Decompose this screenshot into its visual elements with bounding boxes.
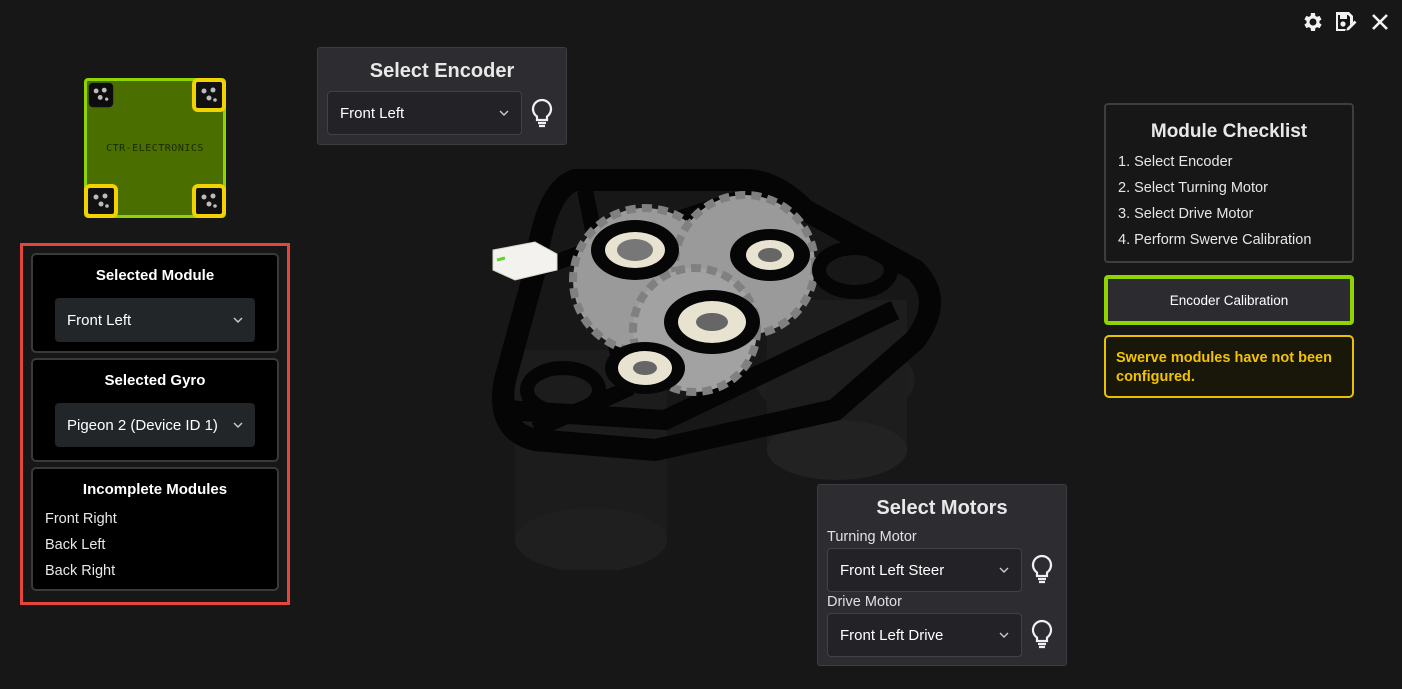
turning-motor-dropdown[interactable]: Front Left Steer <box>827 548 1022 592</box>
encoder-calibration-button[interactable]: Encoder Calibration <box>1104 275 1354 325</box>
module-corner-front-right[interactable] <box>192 78 226 112</box>
select-motors-panel: Select Motors Turning Motor Front Left S… <box>817 484 1067 666</box>
selected-module-dropdown[interactable]: Front Left <box>55 298 255 342</box>
incomplete-modules-card: Incomplete Modules Front Right Back Left… <box>31 467 279 591</box>
chassis-diagram: CTR-ELECTRONICS <box>84 78 226 218</box>
warning-message: Swerve modules have not been configured. <box>1104 335 1354 398</box>
incomplete-module-item: Back Left <box>45 537 106 553</box>
turning-motor-label: Turning Motor <box>827 529 917 545</box>
turning-motor-value: Front Left Steer <box>840 561 945 579</box>
module-corner-back-right[interactable] <box>192 184 226 218</box>
incomplete-module-item: Back Right <box>45 563 116 579</box>
chevron-down-icon <box>999 567 1009 573</box>
checklist-title: Module Checklist <box>1150 121 1308 142</box>
chevron-down-icon <box>999 632 1009 638</box>
checklist-item: 1. Select Encoder <box>1118 154 1233 170</box>
save-edit-icon[interactable] <box>1332 8 1360 36</box>
chevron-down-icon <box>233 317 243 323</box>
drive-motor-label: Drive Motor <box>827 594 902 610</box>
module-config-panel: Selected Module Front Left Selected Gyro… <box>20 243 290 605</box>
encoder-dropdown[interactable]: Front Left <box>327 91 522 135</box>
checklist-item: 3. Select Drive Motor <box>1118 206 1254 222</box>
encoder-value: Front Left <box>340 104 405 122</box>
lightbulb-icon[interactable] <box>529 98 555 128</box>
module-corner-back-left[interactable] <box>84 184 118 218</box>
select-encoder-panel: Select Encoder Front Left <box>317 47 567 145</box>
select-motors-title: Select Motors <box>876 497 1008 519</box>
drive-motor-value: Front Left Drive <box>840 626 944 644</box>
checklist-item: 2. Select Turning Motor <box>1118 180 1268 196</box>
module-checklist: Module Checklist 1. Select Encoder 2. Se… <box>1104 103 1354 263</box>
window-controls <box>1298 8 1394 36</box>
selected-module-value: Front Left <box>67 311 132 329</box>
lightbulb-icon[interactable] <box>1029 554 1055 584</box>
chevron-down-icon <box>233 422 243 428</box>
selected-module-title: Selected Module <box>95 267 215 284</box>
incomplete-modules-title: Incomplete Modules <box>82 481 228 498</box>
chevron-down-icon <box>499 110 509 116</box>
checklist-item: 4. Perform Swerve Calibration <box>1118 232 1312 248</box>
module-corner-front-left[interactable] <box>84 78 118 112</box>
drive-motor-dropdown[interactable]: Front Left Drive <box>827 613 1022 657</box>
selected-module-card: Selected Module Front Left <box>31 253 279 353</box>
gear-icon[interactable] <box>1298 8 1326 36</box>
selected-gyro-title: Selected Gyro <box>104 372 206 389</box>
close-icon[interactable] <box>1366 8 1394 36</box>
lightbulb-icon[interactable] <box>1029 619 1055 649</box>
selected-gyro-dropdown[interactable]: Pigeon 2 (Device ID 1) <box>55 403 255 447</box>
chassis-brand-text: CTR-ELECTRONICS <box>106 143 204 154</box>
selected-gyro-card: Selected Gyro Pigeon 2 (Device ID 1) <box>31 358 279 462</box>
incomplete-module-item: Front Right <box>45 511 117 527</box>
selected-gyro-value: Pigeon 2 (Device ID 1) <box>67 416 218 434</box>
select-encoder-title: Select Encoder <box>369 60 515 82</box>
